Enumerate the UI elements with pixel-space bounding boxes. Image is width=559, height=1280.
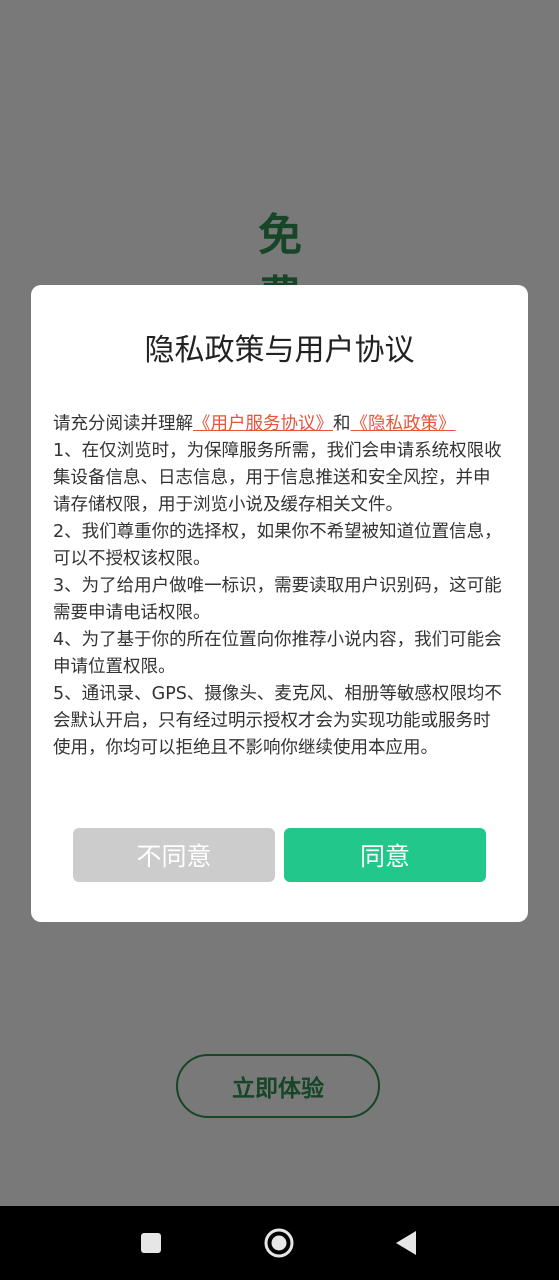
conjunction-text: 和: [333, 414, 351, 434]
policy-item: 1、在仅浏览时，为保障服务所需，我们会申请系统权限收集设备信息、日志信息，用于信…: [53, 441, 502, 515]
system-navigation-bar: [0, 1206, 559, 1280]
policy-item: 2、我们尊重你的选择权，如果你不希望被知道位置信息，可以不授权该权限。: [53, 522, 502, 569]
policy-item: 4、为了基于你的所在位置向你推荐小说内容，我们可能会申请位置权限。: [53, 630, 502, 677]
privacy-dialog: 隐私政策与用户协议 请充分阅读并理解《用户服务协议》和《隐私政策》 1、在仅浏览…: [31, 285, 528, 922]
privacy-policy-link[interactable]: 《隐私政策》: [351, 414, 456, 434]
circle-home-icon: [264, 1228, 294, 1258]
disagree-button[interactable]: 不同意: [73, 828, 275, 882]
recents-button[interactable]: [111, 1206, 191, 1280]
user-agreement-link[interactable]: 《用户服务协议》: [193, 414, 333, 434]
back-button[interactable]: [366, 1206, 446, 1280]
dialog-body: 请充分阅读并理解《用户服务协议》和《隐私政策》 1、在仅浏览时，为保障服务所需，…: [53, 411, 506, 762]
square-icon: [141, 1233, 161, 1253]
intro-text: 请充分阅读并理解: [53, 414, 193, 434]
home-button[interactable]: [239, 1206, 319, 1280]
dialog-title: 隐私政策与用户协议: [144, 333, 415, 368]
policy-item: 3、为了给用户做唯一标识，需要读取用户识别码，这可能需要申请电话权限。: [53, 576, 502, 623]
triangle-back-icon: [396, 1231, 416, 1255]
intro-paragraph: 请充分阅读并理解《用户服务协议》和《隐私政策》: [53, 411, 506, 438]
dialog-button-row: 不同意 同意: [73, 828, 486, 882]
policy-item: 5、通讯录、GPS、摄像头、麦克风、相册等敏感权限均不会默认开启，只有经过明示授…: [53, 684, 502, 758]
agree-button[interactable]: 同意: [284, 828, 486, 882]
